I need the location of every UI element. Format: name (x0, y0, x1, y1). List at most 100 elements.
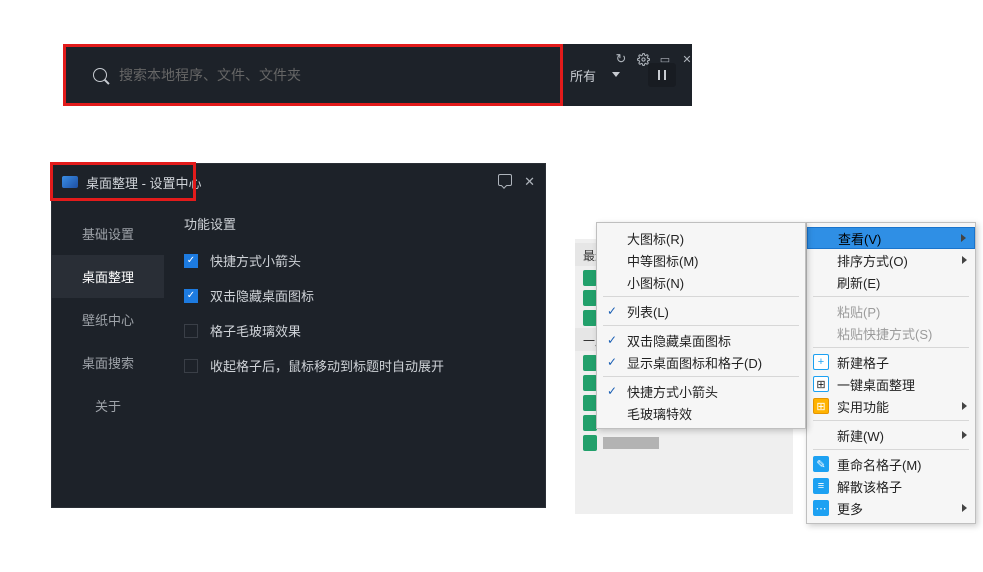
menu-item-label: 重命名格子(M) (837, 455, 922, 474)
refresh-icon[interactable] (614, 52, 628, 66)
window-icon[interactable] (658, 52, 672, 66)
submenu-item[interactable]: 列表(L) (597, 300, 805, 322)
menu-item-label: 解散该格子 (837, 477, 902, 496)
feedback-icon[interactable] (498, 174, 512, 186)
monitor-icon (62, 176, 78, 188)
chevron-right-icon (961, 234, 966, 242)
view-submenu: 大图标(R)中等图标(M)小图标(N) 列表(L) 双击隐藏桌面图标显示桌面图标和格… (596, 222, 806, 429)
settings-content: 功能设置 快捷方式小箭头双击隐藏桌面图标格子毛玻璃效果收起格子后，鼠标移动到标题… (164, 200, 545, 507)
separator (813, 420, 969, 421)
option-label: 快捷方式小箭头 (210, 251, 301, 270)
nav-item[interactable]: 关于 (52, 384, 164, 427)
option-row[interactable]: 收起格子后，鼠标移动到标题时自动展开 (184, 356, 525, 375)
checkbox-icon[interactable] (184, 254, 198, 268)
submenu-item[interactable]: 显示桌面图标和格子(D) (597, 351, 805, 373)
menu-item[interactable]: 刷新(E) (807, 271, 975, 293)
nav-item[interactable]: 基础设置 (52, 212, 164, 255)
file-icon (583, 290, 597, 306)
settings-title-text: 桌面整理 - 设置中心 (86, 173, 202, 192)
submenu-item[interactable]: 中等图标(M) (597, 249, 805, 271)
search-icon (93, 68, 107, 82)
submenu-item[interactable]: 小图标(N) (597, 271, 805, 293)
close-icon[interactable] (680, 52, 694, 66)
option-label: 收起格子后，鼠标移动到标题时自动展开 (210, 356, 444, 375)
file-icon (583, 310, 597, 326)
section-title: 功能设置 (184, 214, 525, 233)
submenu-item[interactable]: 双击隐藏桌面图标 (597, 329, 805, 351)
list-icon: ≡ (813, 478, 829, 494)
settings-body: 基础设置桌面整理壁纸中心桌面搜索关于 功能设置 快捷方式小箭头双击隐藏桌面图标格… (52, 200, 545, 507)
menu-item-label: 新建(W) (837, 426, 884, 445)
chevron-right-icon (962, 256, 967, 264)
gear-icon[interactable] (636, 52, 650, 66)
menu-item-label: 刷新(E) (837, 273, 880, 292)
search-input[interactable] (115, 61, 552, 89)
option-label: 双击隐藏桌面图标 (210, 286, 314, 305)
menu-item[interactable]: ≡ 解散该格子 (807, 475, 975, 497)
menu-item[interactable]: ✎ 重命名格子(M) (807, 453, 975, 475)
file-item[interactable] (575, 433, 793, 453)
menu-item[interactable]: 排序方式(O) (807, 249, 975, 271)
menu-item-label: 排序方式(O) (837, 251, 908, 270)
menu-item[interactable]: ⊞ 实用功能 (807, 395, 975, 417)
menu-item[interactable]: 新建(W) (807, 424, 975, 446)
file-icon (583, 395, 597, 411)
menu-item-label: 新建格子 (837, 353, 889, 372)
menu-item-label: 粘贴(P) (837, 302, 880, 321)
separator (813, 449, 969, 450)
separator (813, 296, 969, 297)
submenu-item[interactable]: 大图标(R) (597, 227, 805, 249)
chevron-right-icon (962, 431, 967, 439)
option-row[interactable]: 双击隐藏桌面图标 (184, 286, 525, 305)
menu-item[interactable]: ⊞ 一键桌面整理 (807, 373, 975, 395)
more-icon: ⋯ (813, 500, 829, 516)
close-dialog-icon[interactable] (524, 174, 535, 190)
option-label: 格子毛玻璃效果 (210, 321, 301, 340)
settings-nav: 基础设置桌面整理壁纸中心桌面搜索关于 (52, 200, 164, 507)
grid4-icon: ⊞ (813, 376, 829, 392)
submenu-item[interactable]: 毛玻璃特效 (597, 402, 805, 424)
chevron-right-icon (962, 402, 967, 410)
menu-item: 粘贴快捷方式(S) (807, 322, 975, 344)
apps-icon: ⊞ (813, 398, 829, 414)
top-right-icons (614, 52, 694, 66)
menu-item[interactable]: + 新建格子 (807, 351, 975, 373)
edit-icon: ✎ (813, 456, 829, 472)
menu-item-label: 一键桌面整理 (837, 375, 915, 394)
separator (603, 296, 799, 297)
menu-item-label: 查看(V) (838, 229, 881, 248)
file-icon (583, 375, 597, 391)
checkbox-icon[interactable] (184, 324, 198, 338)
file-label (603, 437, 659, 449)
nav-item[interactable]: 桌面整理 (52, 255, 164, 298)
submenu-item[interactable]: 快捷方式小箭头 (597, 380, 805, 402)
checkbox-icon[interactable] (184, 289, 198, 303)
search-row: 所有 (63, 61, 692, 89)
chevron-right-icon (962, 504, 967, 512)
chevron-down-icon[interactable] (612, 72, 622, 78)
file-icon (583, 270, 597, 286)
menu-item-label: 粘贴快捷方式(S) (837, 324, 932, 343)
sort-button[interactable] (648, 63, 676, 87)
menu-item-label: 实用功能 (837, 397, 889, 416)
blue-plus-icon: + (813, 354, 829, 370)
options-list: 快捷方式小箭头双击隐藏桌面图标格子毛玻璃效果收起格子后，鼠标移动到标题时自动展开 (184, 251, 525, 375)
checkbox-icon[interactable] (184, 359, 198, 373)
menu-item[interactable]: 查看(V) (807, 227, 975, 249)
file-icon (583, 355, 597, 371)
separator (603, 325, 799, 326)
search-bar: 所有 (63, 44, 692, 106)
menu-item: 粘贴(P) (807, 300, 975, 322)
menu-item[interactable]: ⋯ 更多 (807, 497, 975, 519)
settings-dialog: 桌面整理 - 设置中心 基础设置桌面整理壁纸中心桌面搜索关于 功能设置 快捷方式… (51, 163, 546, 508)
file-icon (583, 415, 597, 431)
nav-item[interactable]: 壁纸中心 (52, 298, 164, 341)
menu-item-label: 更多 (837, 499, 863, 518)
separator (603, 376, 799, 377)
option-row[interactable]: 快捷方式小箭头 (184, 251, 525, 270)
context-menu: 查看(V) 排序方式(O) 刷新(E) 粘贴(P) 粘贴快捷方式(S) + 新建格子 ⊞ 一键桌… (806, 222, 976, 524)
separator (813, 347, 969, 348)
option-row[interactable]: 格子毛玻璃效果 (184, 321, 525, 340)
nav-item[interactable]: 桌面搜索 (52, 341, 164, 384)
filter-label[interactable]: 所有 (570, 66, 596, 85)
